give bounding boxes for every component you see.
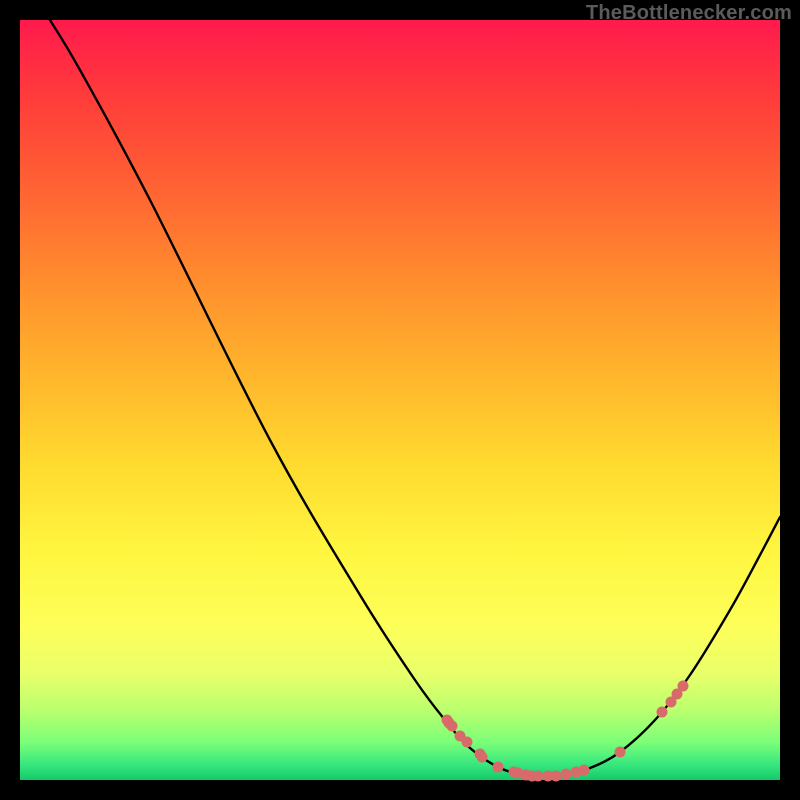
data-marker (657, 707, 668, 718)
data-marker (561, 769, 572, 780)
data-marker (444, 718, 455, 729)
chart-svg (20, 20, 780, 780)
data-marker (493, 762, 504, 773)
data-marker (462, 737, 473, 748)
data-marker (579, 765, 590, 776)
chart-frame: TheBottlenecker.com (0, 0, 800, 800)
data-marker (678, 681, 689, 692)
data-marker (533, 771, 544, 782)
data-marker (477, 752, 488, 763)
data-marker (615, 747, 626, 758)
data-marker (551, 771, 562, 782)
curve-line (50, 20, 780, 777)
marker-group (442, 681, 689, 782)
